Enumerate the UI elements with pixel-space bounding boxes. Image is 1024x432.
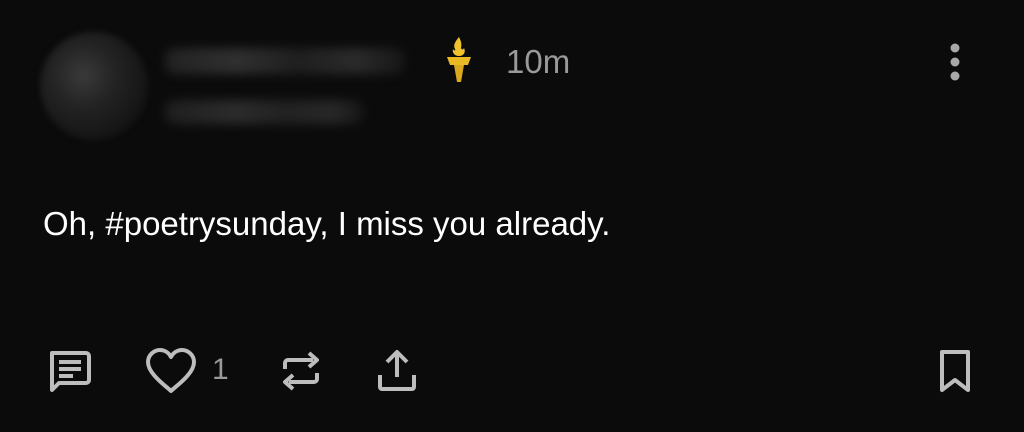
post-content: Oh, #poetrysunday, I miss you already. bbox=[43, 205, 611, 242]
post-card[interactable]: 10m Oh, #poetrysunday, I miss you alread… bbox=[0, 0, 1024, 432]
post-timestamp[interactable]: 10m bbox=[506, 42, 570, 82]
like-count: 1 bbox=[212, 353, 229, 386]
author-avatar[interactable] bbox=[40, 32, 148, 140]
repost-icon[interactable] bbox=[274, 344, 328, 398]
author-name-redacted[interactable] bbox=[165, 48, 405, 74]
author-handle-redacted[interactable] bbox=[165, 100, 365, 124]
reply-icon[interactable] bbox=[42, 344, 96, 398]
torch-icon bbox=[444, 36, 474, 84]
more-vertical-icon[interactable] bbox=[938, 40, 972, 84]
heart-icon[interactable] bbox=[144, 344, 198, 398]
share-icon[interactable] bbox=[370, 344, 424, 398]
bookmark-icon[interactable] bbox=[928, 344, 982, 398]
